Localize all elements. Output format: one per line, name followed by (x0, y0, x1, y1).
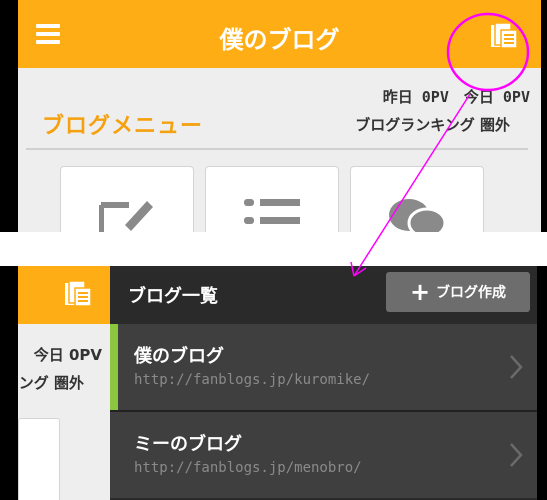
list-icon (244, 199, 300, 224)
frame-edge (537, 266, 547, 500)
top-screenshot: 僕のブログ ブログメニュー 昨日 0PV 今日 0PV ブログランキング 圏外 (0, 0, 547, 232)
app-header-partial (18, 266, 110, 324)
app-header: 僕のブログ (18, 0, 541, 68)
ranking-stat: ブログランキング 圏外 (355, 116, 510, 134)
edit-icon (99, 201, 153, 232)
blog-list-icon[interactable] (490, 22, 518, 50)
panel-title: ブログ一覧 (128, 286, 218, 307)
plus-icon: + (409, 278, 431, 306)
bottom-screenshot: 今日 0PV ング 圏外 ブログ一覧 + ブログ作成 僕のブログ http://… (0, 266, 547, 500)
blog-menu-heading: ブログメニュー (42, 114, 204, 139)
blog-list-item[interactable]: ミーのブログ http://fanblogs.jp/menobro/ (110, 412, 537, 498)
blog-url: http://fanblogs.jp/kuromike/ (134, 372, 371, 388)
create-blog-button[interactable]: + ブログ作成 (386, 272, 530, 312)
blog-name: ミーのブログ (134, 434, 242, 455)
pv-stats: 今日 0PV (33, 346, 102, 364)
pv-stats: 昨日 0PV 今日 0PV (382, 88, 530, 106)
blog-list-panel: ブログ一覧 + ブログ作成 僕のブログ http://fanblogs.jp/k… (110, 266, 537, 500)
blog-name: 僕のブログ (134, 346, 224, 367)
menu-tile-list[interactable] (205, 166, 339, 232)
menu-tile-partial[interactable] (18, 418, 60, 500)
divider (26, 148, 528, 150)
app-screen-top: 僕のブログ ブログメニュー 昨日 0PV 今日 0PV ブログランキング 圏外 (18, 0, 541, 232)
blog-list-item[interactable]: 僕のブログ http://fanblogs.jp/kuromike/ (110, 324, 537, 410)
comment-bubble-icon (389, 199, 447, 232)
blog-list-icon[interactable] (64, 280, 92, 308)
chevron-right-icon (510, 443, 523, 467)
app-screen-partial: 今日 0PV ング 圏外 (18, 266, 110, 500)
chevron-right-icon (510, 355, 523, 379)
ranking-stat: ング 圏外 (18, 374, 84, 392)
create-blog-label: ブログ作成 (436, 285, 507, 301)
app-title: 僕のブログ (219, 26, 340, 54)
blog-url: http://fanblogs.jp/menobro/ (134, 460, 362, 476)
frame-edge (0, 266, 18, 500)
selected-indicator (110, 324, 118, 410)
menu-tile-comments[interactable] (350, 166, 484, 232)
menu-tile-write[interactable] (60, 166, 194, 232)
